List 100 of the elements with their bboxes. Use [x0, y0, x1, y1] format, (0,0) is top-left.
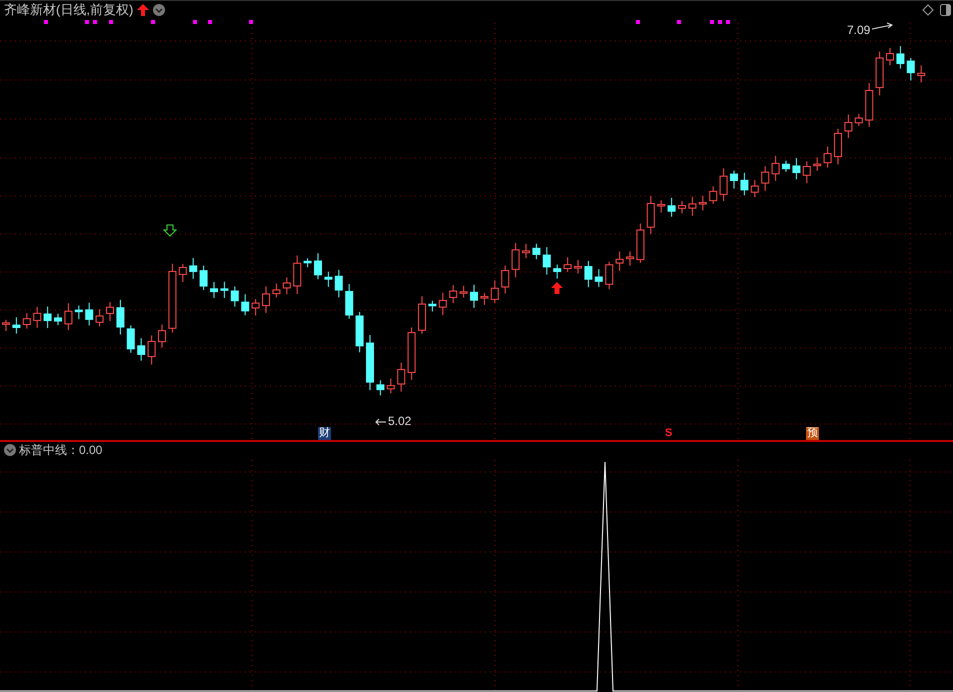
- window-title: 齐峰新材(日线,前复权): [4, 2, 134, 18]
- candlestick: [334, 269, 343, 298]
- candlestick: [824, 146, 832, 168]
- candlestick: [44, 306, 52, 329]
- candlestick: [304, 258, 312, 268]
- candlestick: [252, 298, 260, 316]
- finance-marker: 财: [318, 427, 331, 440]
- candlestick: [386, 378, 395, 394]
- candlestick: [158, 324, 166, 348]
- candlestick: [168, 263, 176, 334]
- candlestick: [730, 170, 738, 189]
- candlestick: [844, 114, 852, 138]
- forecast-marker: 预: [806, 427, 819, 440]
- candlestick: [678, 200, 686, 214]
- candlestick: [688, 196, 696, 216]
- candlestick: [626, 250, 634, 266]
- candlestick: [490, 280, 499, 304]
- pointer-arrow-icon: [375, 418, 386, 426]
- candlestick: [85, 302, 94, 326]
- candlestick: [740, 172, 748, 196]
- candlestick: [54, 313, 62, 326]
- candlestick: [906, 58, 915, 81]
- candlestick: [605, 261, 614, 290]
- candlestick: [772, 155, 780, 182]
- candlestick: [324, 271, 332, 288]
- candlestick: [782, 160, 790, 172]
- candlestick: [698, 195, 707, 212]
- candlestick: [657, 200, 666, 214]
- candlestick: [12, 316, 20, 334]
- down-arrow-icon: [162, 224, 178, 237]
- candlestick: [148, 334, 156, 366]
- candlestick: [917, 64, 926, 83]
- candlestick: [220, 281, 228, 298]
- candlestick: [137, 338, 146, 362]
- candlestick: [408, 327, 416, 380]
- panel-toggle-icon[interactable]: [940, 4, 951, 16]
- candlestick: [356, 311, 364, 353]
- candlestick: [376, 380, 384, 396]
- candlestick: [865, 82, 874, 128]
- candlestick: [178, 263, 187, 282]
- candlestick: [460, 285, 468, 298]
- diamond-icon[interactable]: [922, 4, 934, 16]
- candlestick: [668, 197, 676, 218]
- signal-marker: S: [665, 427, 672, 440]
- candlestick: [74, 305, 83, 320]
- candlestick: [532, 243, 540, 260]
- candlestick: [200, 265, 208, 290]
- candlestick: [282, 276, 291, 295]
- candlestick: [646, 196, 655, 234]
- pointer-arrow-icon: [872, 22, 894, 30]
- candlestick: [896, 46, 904, 70]
- candlestick: [886, 48, 894, 66]
- candlestick: [272, 282, 280, 298]
- candlestick: [230, 286, 239, 308]
- candlestick: [876, 51, 884, 96]
- candlestick: [293, 254, 302, 294]
- candlestick: [574, 260, 582, 274]
- candlestick: [720, 168, 728, 202]
- candlestick: [542, 246, 551, 276]
- candlestick: [834, 128, 842, 165]
- candlestick: [802, 160, 811, 184]
- candlestick: [480, 292, 488, 306]
- candlestick: [126, 324, 135, 354]
- candlestick: [418, 296, 426, 334]
- candlestick: [106, 302, 114, 322]
- candlestick: [428, 300, 436, 312]
- candlestick: [854, 113, 863, 126]
- candlestick: [750, 180, 759, 198]
- candlestick: [553, 264, 562, 280]
- candlestick: [564, 256, 572, 272]
- candlestick: [210, 281, 218, 298]
- candlestick: [314, 252, 322, 280]
- candlestick: [512, 242, 520, 278]
- candlestick: [22, 312, 31, 330]
- indicator-label: 标普中线：0.00: [19, 443, 102, 457]
- candlestick: [366, 334, 374, 391]
- up-arrow-icon: [137, 4, 150, 16]
- candlestick: [189, 257, 198, 280]
- candlestick: [761, 166, 770, 192]
- candlestick: [813, 156, 822, 172]
- candlestick: [397, 362, 406, 392]
- candlestick: [96, 308, 104, 327]
- chevron-down-icon[interactable]: [153, 4, 166, 16]
- candlestick: [522, 243, 530, 259]
- candlestick: [241, 294, 250, 316]
- candlestick: [438, 292, 447, 316]
- candlestick: [636, 223, 644, 264]
- candlestick: [345, 284, 354, 320]
- candlestick: [470, 284, 478, 308]
- candlestick: [584, 260, 592, 288]
- candlestick: [64, 302, 72, 331]
- candlestick: [792, 158, 800, 180]
- chevron-down-icon[interactable]: [4, 444, 16, 456]
- candlestick: [262, 286, 270, 314]
- candlestick: [616, 251, 624, 272]
- candlestick: [594, 268, 603, 288]
- candlestick: [501, 264, 510, 294]
- candlestick: [449, 284, 458, 304]
- up-arrow-icon: [551, 282, 563, 294]
- candlestick: [116, 299, 124, 335]
